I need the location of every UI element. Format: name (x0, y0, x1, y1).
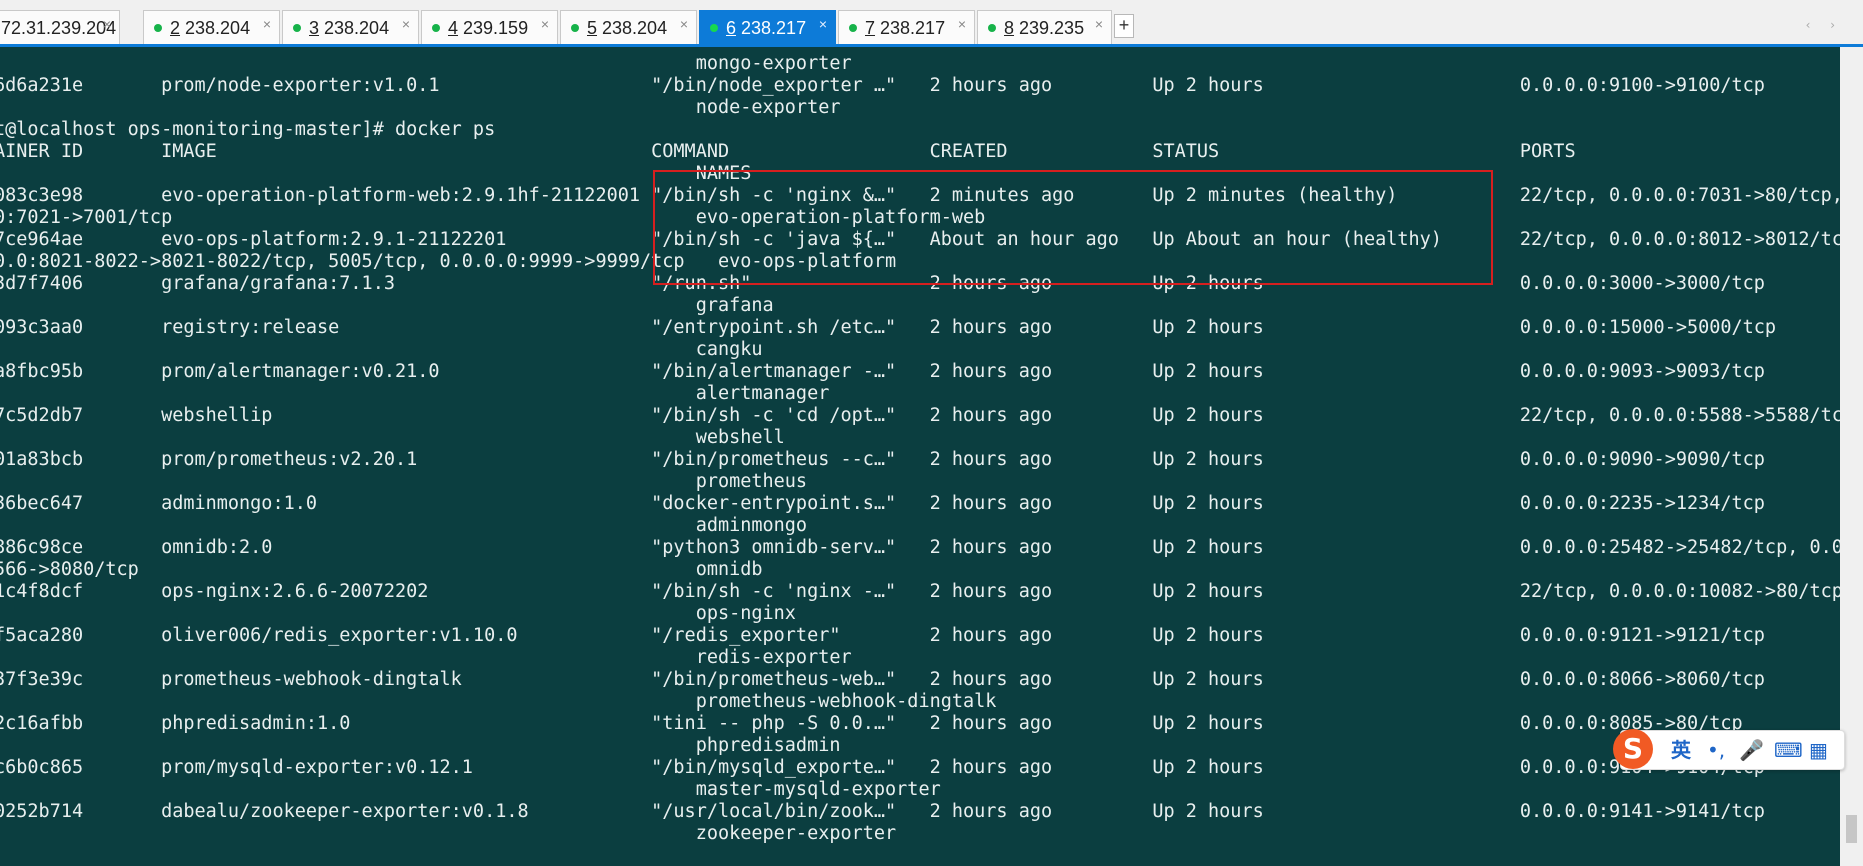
tab-close-icon[interactable]: × (103, 11, 111, 41)
ime-punctuation-icon[interactable]: •, (1707, 738, 1725, 762)
status-dot-icon (432, 24, 440, 32)
ime-language-toggle[interactable]: 英 (1671, 738, 1691, 762)
tab-close-icon[interactable]: × (263, 11, 271, 41)
terminal-line: webshell (0, 427, 785, 448)
microphone-icon[interactable]: 🎤 (1739, 738, 1764, 762)
terminal-line: mongo-exporter (0, 53, 852, 74)
scrollbar-thumb[interactable] (1846, 815, 1857, 843)
tab-1[interactable]: 72.31.239.204 × (0, 10, 120, 44)
ime-toolbar[interactable]: S 英 •, 🎤 ⌨ ▦ (1613, 729, 1845, 770)
terminal-line: 01a83bcb prom/prometheus:v2.20.1 "/bin/p… (0, 449, 1765, 470)
tab-2[interactable]: 2 238.204 × (143, 10, 280, 44)
terminal-line: NAMES (0, 163, 752, 184)
highlight-annotation-box (653, 170, 1493, 285)
tab-bar: 72.31.239.204 × 2 238.204 × 3 238.204 × … (0, 0, 1863, 46)
tab-label: 72.31.239.204 (1, 18, 117, 38)
tab-label: 8 239.235 (1004, 18, 1085, 38)
tab-close-icon[interactable]: × (402, 11, 410, 41)
tab-label: 3 238.204 (309, 18, 390, 38)
terminal-line: 566->8080/tcp omnidb (0, 559, 763, 580)
tab-3[interactable]: 3 238.204 × (282, 10, 419, 44)
status-dot-icon (154, 24, 162, 32)
terminal-line: node-exporter (0, 97, 841, 118)
terminal-line: 0252b714 dabealu/zookeeper-exporter:v0.1… (0, 801, 1765, 822)
terminal-line: cangku (0, 339, 763, 360)
tab-7[interactable]: 7 238.217 × (838, 10, 975, 44)
tab-5[interactable]: 5 238.204 × (560, 10, 697, 44)
terminal-line: redis-exporter (0, 647, 852, 668)
terminal-line: 37f3e39c prometheus-webhook-dingtalk "/b… (0, 669, 1765, 690)
tab-close-icon[interactable]: × (819, 11, 827, 41)
terminal-line: 093c3aa0 registry:release "/entrypoint.s… (0, 317, 1777, 338)
terminal-line: grafana (0, 295, 774, 316)
status-dot-icon (571, 24, 579, 32)
terminal-line: prometheus (0, 471, 808, 492)
terminal-line: ops-nginx (0, 603, 796, 624)
tab-close-icon[interactable]: × (680, 11, 688, 41)
grid-menu-icon[interactable]: ▦ (1809, 738, 1828, 762)
status-dot-icon (849, 24, 857, 32)
tab-close-icon[interactable]: × (1095, 11, 1103, 41)
status-dot-icon (710, 24, 718, 32)
terminal-line: AINER ID IMAGE COMMAND CREATED STATUS PO… (0, 141, 1576, 162)
terminal-line: 2c16afbb phpredisadmin:1.0 "tini -- php … (0, 713, 1743, 734)
tab-8[interactable]: 8 239.235 × (977, 10, 1112, 44)
terminal-line: 6d6a231e prom/node-exporter:v1.0.1 "/bin… (0, 75, 1765, 96)
keyboard-icon[interactable]: ⌨ (1774, 738, 1803, 762)
terminal-line: 886c98ce omnidb:2.0 "python3 omnidb-serv… (0, 537, 1840, 558)
tab-label: 6 238.217 (726, 18, 807, 38)
tab-label: 2 238.204 (170, 18, 251, 38)
terminal-line: zookeeper-exporter (0, 823, 897, 844)
tab-label: 5 238.204 (587, 18, 668, 38)
status-dot-icon (988, 24, 996, 32)
terminal-line: alertmanager (0, 383, 830, 404)
terminal-line: adminmongo (0, 515, 808, 536)
tab-scroll-arrows-icon[interactable]: ‹ › (1806, 18, 1843, 32)
ime-logo-icon[interactable]: S (1613, 729, 1653, 769)
tab-close-icon[interactable]: × (541, 11, 549, 41)
tab-close-icon[interactable]: × (958, 11, 966, 41)
status-dot-icon (293, 24, 301, 32)
tab-label: 7 238.217 (865, 18, 946, 38)
tab-6-active[interactable]: 6 238.217 × (699, 10, 836, 44)
terminal-line: prometheus-webhook-dingtalk (0, 691, 997, 712)
terminal-line: 1c4f8dcf ops-nginx:2.6.6-20072202 "/bin/… (0, 581, 1840, 602)
terminal-line: c6b0c865 prom/mysqld-exporter:v0.12.1 "/… (0, 757, 1765, 778)
tab-4[interactable]: 4 239.159 × (421, 10, 558, 44)
tab-label: 4 239.159 (448, 18, 529, 38)
terminal-line: t@localhost ops-monitoring-master]# dock… (0, 119, 496, 140)
add-tab-button[interactable]: + (1114, 14, 1134, 38)
terminal-line: master-mysqld-exporter (0, 779, 941, 800)
terminal-line: phpredisadmin (0, 735, 841, 756)
terminal-line: 7c5d2db7 webshellip "/bin/sh -c 'cd /opt… (0, 405, 1840, 426)
terminal-line: a8fbc95b prom/alertmanager:v0.21.0 "/bin… (0, 361, 1765, 382)
terminal-line: 36bec647 adminmongo:1.0 "docker-entrypoi… (0, 493, 1765, 514)
terminal-line: f5aca280 oliver006/redis_exporter:v1.10.… (0, 625, 1765, 646)
